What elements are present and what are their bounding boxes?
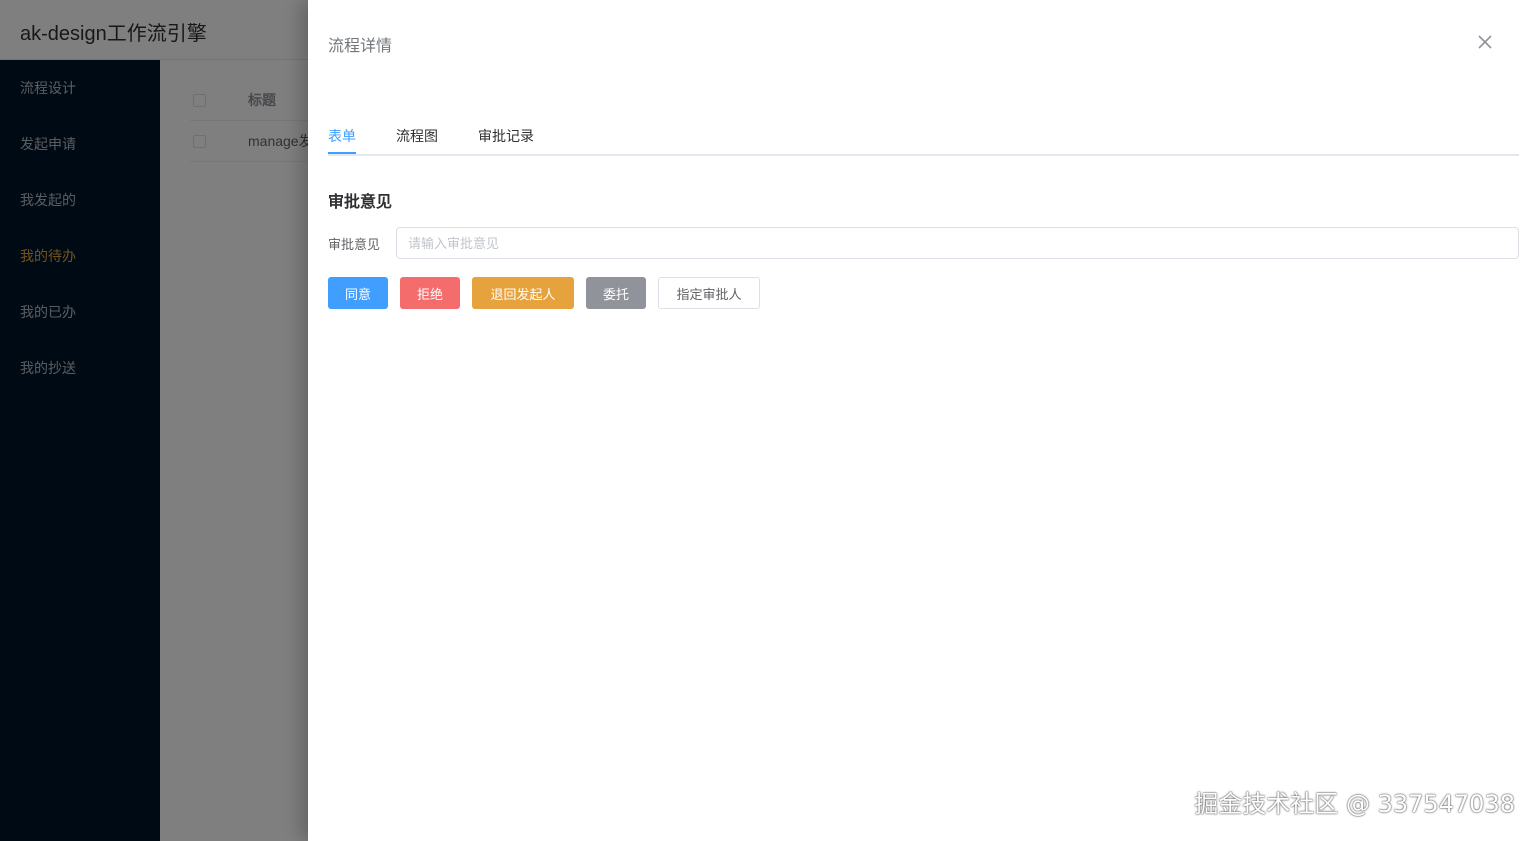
delegate-button[interactable]: 委托 [586, 277, 646, 309]
drawer-tabs: 表单 流程图 审批记录 [328, 118, 1519, 156]
assign-approver-button[interactable]: 指定审批人 [658, 277, 760, 309]
drawer-title: 流程详情 [328, 38, 393, 55]
watermark: 掘金技术社区 @ 337547038 [1194, 790, 1515, 818]
close-icon[interactable] [1475, 32, 1495, 52]
tab-flowchart[interactable]: 流程图 [396, 118, 438, 154]
active-tab-indicator [328, 152, 356, 154]
tab-form[interactable]: 表单 [328, 118, 356, 154]
section-title: 审批意见 [328, 194, 393, 211]
approve-button[interactable]: 同意 [328, 277, 388, 309]
tab-approval-records[interactable]: 审批记录 [478, 118, 534, 154]
reject-button[interactable]: 拒绝 [400, 277, 460, 309]
return-to-initiator-button[interactable]: 退回发起人 [472, 277, 574, 309]
process-detail-drawer: 流程详情 表单 流程图 审批记录 审批意见 审批意见 同意 拒绝 退回发起人 委… [308, 0, 1539, 841]
approval-comment-label: 审批意见 [328, 237, 381, 252]
approval-comment-input[interactable] [396, 227, 1519, 259]
